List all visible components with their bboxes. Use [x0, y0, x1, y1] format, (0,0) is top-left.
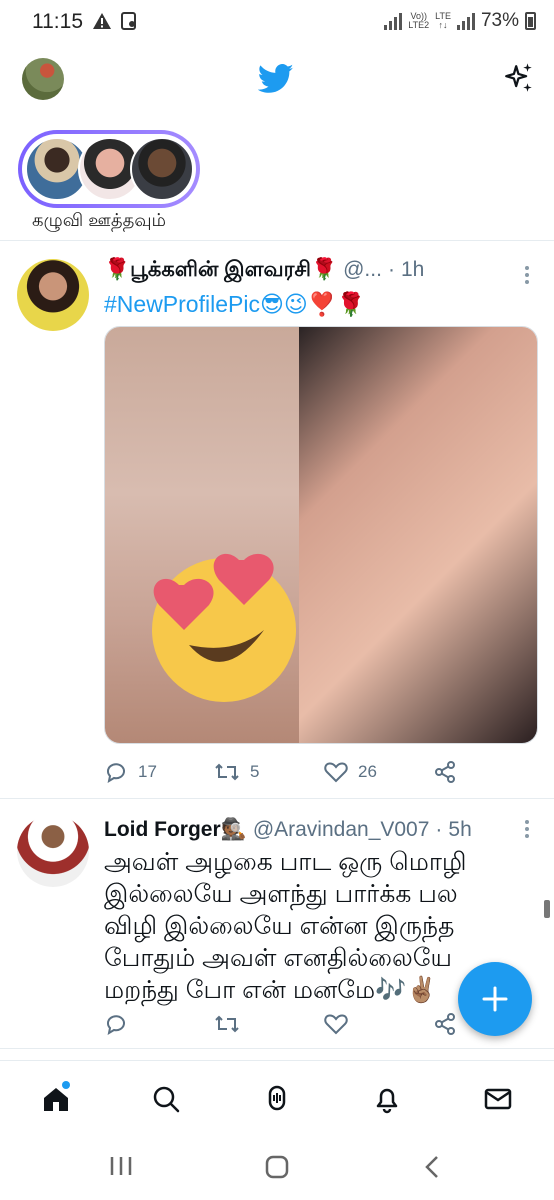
compose-tweet-button[interactable]: [458, 962, 532, 1036]
reply-icon: [107, 763, 125, 783]
more-vertical-icon[interactable]: [524, 820, 530, 838]
more-vertical-icon[interactable]: [524, 266, 530, 284]
tweet-avatar[interactable]: [17, 259, 89, 331]
tweet-avatar[interactable]: [17, 815, 89, 887]
fleets-row: கழுவி ஊத்தவும்: [0, 126, 554, 238]
share-icon: [435, 1013, 455, 1035]
search-icon: [153, 1086, 180, 1113]
system-nav-bar: [0, 1136, 554, 1200]
bottom-nav: [0, 1060, 554, 1136]
tweet-dot: ·: [435, 818, 443, 841]
home-system-icon[interactable]: [264, 1154, 290, 1180]
fleet-avatar: [130, 137, 194, 201]
like-button[interactable]: [324, 1013, 434, 1035]
lte-label: LTE ↑↓: [435, 11, 451, 30]
tweet-text[interactable]: #NewProfilePic😎😉❣️🌹: [104, 291, 365, 318]
reply-button[interactable]: [104, 1013, 214, 1035]
plus-icon: [482, 986, 508, 1012]
retweet-button[interactable]: [214, 1014, 324, 1034]
tweet-actions: [104, 1010, 474, 1038]
twitter-bird-icon: [258, 64, 294, 93]
lte2-label: LTE2: [408, 20, 430, 30]
fleet-label: கழுவி ஊத்தவும்: [32, 210, 167, 230]
app-bar: [0, 44, 554, 116]
nav-messages[interactable]: [478, 1079, 518, 1119]
like-count: 26: [358, 762, 377, 781]
reply-button[interactable]: 17: [104, 761, 214, 783]
tweet-time: 1h: [400, 258, 425, 281]
recent-apps-icon[interactable]: [108, 1154, 134, 1178]
scrollbar-thumb[interactable]: [544, 900, 550, 918]
divider: [0, 1048, 554, 1049]
warning-icon: [93, 13, 111, 29]
network-label: Vo)) LTE2: [408, 12, 429, 30]
status-bar: 11:15 Vo)) LTE2 LTE ↑↓ 73%: [0, 0, 554, 44]
mail-icon: [484, 1088, 512, 1110]
share-button[interactable]: [434, 761, 456, 783]
status-right: Vo)) LTE2 LTE ↑↓ 73%: [384, 10, 536, 32]
reply-count: 17: [138, 762, 157, 781]
fleet-avatars: [22, 134, 196, 204]
tweet-text[interactable]: அவள் அழகை பாட ஒரு மொழி இல்லையே அளந்து பா…: [104, 846, 484, 1006]
nav-spaces[interactable]: [257, 1079, 297, 1119]
tweet-dot: ·: [387, 258, 395, 281]
battery-percent: 73%: [480, 10, 519, 31]
nav-notifications[interactable]: [367, 1079, 407, 1119]
nav-home[interactable]: [36, 1079, 76, 1119]
heart-icon: [324, 762, 348, 783]
bell-icon: [376, 1088, 398, 1114]
nav-search[interactable]: [146, 1079, 186, 1119]
signal-icon: [384, 12, 403, 30]
fleet-group-button[interactable]: [18, 130, 200, 208]
tweet-actions: 17 5 26: [104, 758, 474, 786]
tweet-author-name[interactable]: Loid Forger🕵🏾: [104, 818, 247, 842]
spaces-icon: [268, 1085, 286, 1111]
heart-icon: [324, 1014, 348, 1035]
home-badge-dot: [62, 1081, 70, 1089]
heart-eyes-emoji-icon: [152, 553, 296, 702]
divider: [0, 240, 554, 241]
sparkle-icon[interactable]: [502, 62, 536, 96]
profile-avatar-button[interactable]: [22, 58, 64, 100]
gallery-notification-icon: [121, 12, 136, 30]
tweet-header: Loid Forger🕵🏾 @Aravindan_V007 · 5h: [104, 818, 472, 842]
like-button[interactable]: 26: [324, 761, 434, 783]
retweet-icon: [215, 1015, 239, 1033]
retweet-icon: [215, 763, 239, 781]
tweet-header: 🌹பூக்களின் இளவரசி🌹 @... · 1h: [104, 258, 424, 284]
tweet-author-name[interactable]: 🌹பூக்களின் இளவரசி🌹: [104, 258, 337, 284]
retweet-button[interactable]: 5: [214, 762, 324, 782]
photo-right-face: [299, 327, 537, 743]
signal-icon-2: [456, 12, 475, 30]
divider: [0, 798, 554, 799]
tweet-author-handle[interactable]: @Aravindan_V007: [253, 818, 430, 842]
lte-text: LTE: [435, 11, 451, 21]
battery-icon: [525, 12, 536, 30]
back-icon[interactable]: [422, 1154, 442, 1180]
reply-icon: [107, 1015, 125, 1035]
status-left-icons: [92, 12, 138, 30]
share-button[interactable]: [434, 1013, 456, 1035]
tweet-time: 5h: [448, 818, 472, 841]
status-time: 11:15: [32, 10, 83, 33]
retweet-count: 5: [250, 762, 260, 781]
tweet-media-image[interactable]: [104, 326, 538, 744]
tweet-author-handle[interactable]: @...: [343, 258, 382, 282]
share-icon: [435, 761, 455, 783]
